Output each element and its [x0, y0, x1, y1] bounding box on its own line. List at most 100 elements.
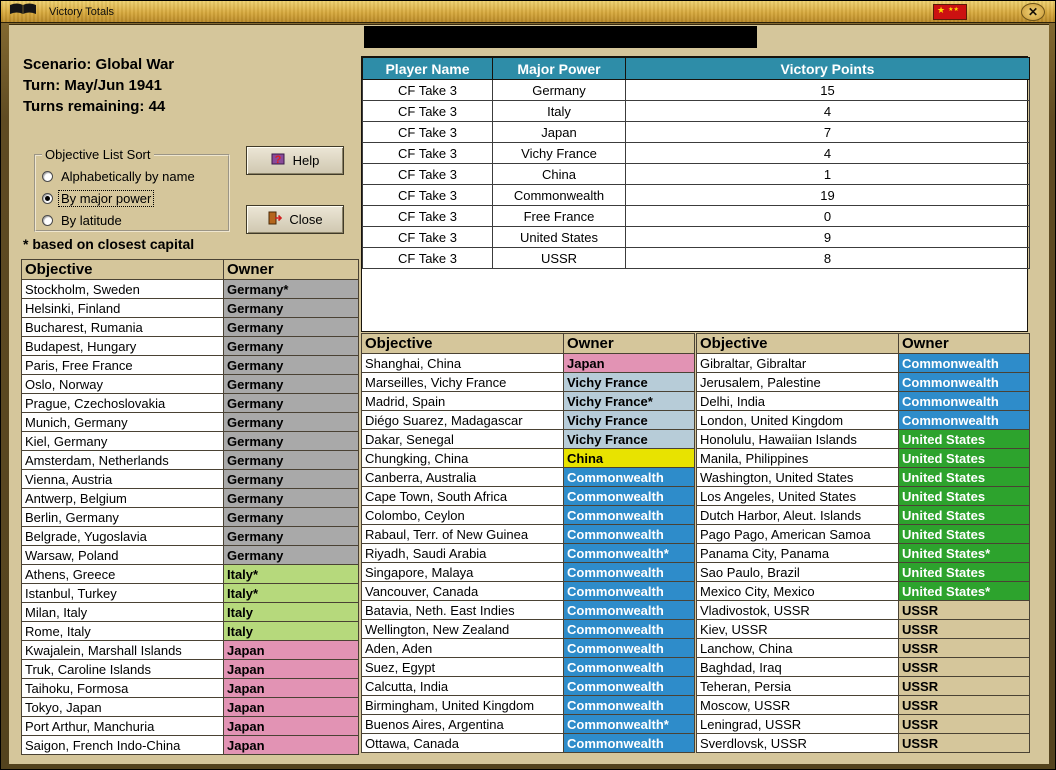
objective-row: Kiel, Germany Germany: [21, 431, 359, 451]
objective-name-cell: Calcutta, India: [361, 676, 564, 696]
owner-cell: Commonwealth: [563, 524, 695, 544]
owner-cell: United States: [898, 467, 1030, 487]
objective-row: Tokyo, Japan Japan: [21, 697, 359, 717]
victory-row: CF Take 3 Germany 15: [362, 79, 1030, 101]
objective-row: Munich, Germany Germany: [21, 412, 359, 432]
owner-cell: Germany: [223, 412, 359, 432]
objective-name-cell: Canberra, Australia: [361, 467, 564, 487]
objective-name-cell: Dutch Harbor, Aleut. Islands: [696, 505, 899, 525]
owner-cell: Commonwealth: [898, 410, 1030, 430]
owner-cell: USSR: [898, 676, 1030, 696]
sort-option-0[interactable]: Alphabetically by name: [40, 165, 224, 187]
owner-cell: Commonwealth: [898, 353, 1030, 373]
victory-points-cell: 1: [625, 163, 1030, 185]
objective-row: Rome, Italy Italy: [21, 621, 359, 641]
objective-name-cell: Batavia, Neth. East Indies: [361, 600, 564, 620]
objective-name-cell: Truk, Caroline Islands: [21, 659, 224, 679]
owner-cell: USSR: [898, 619, 1030, 639]
objective-name-cell: Tokyo, Japan: [21, 697, 224, 717]
radio-button-icon[interactable]: [42, 170, 53, 182]
objective-name-cell: Saigon, French Indo-China: [21, 735, 224, 755]
major-power-cell: Vichy France: [492, 142, 626, 164]
player-name-header: Player Name: [362, 57, 493, 80]
objective-row: Cape Town, South Africa Commonwealth: [361, 486, 695, 506]
sort-option-1[interactable]: By major power: [40, 187, 224, 209]
objective-row: Vienna, Austria Germany: [21, 469, 359, 489]
objective-name-cell: Buenos Aires, Argentina: [361, 714, 564, 734]
radio-button-icon[interactable]: [42, 214, 53, 226]
owner-cell: Italy: [223, 602, 359, 622]
help-button[interactable]: ? Help: [246, 146, 344, 175]
help-button-label: Help: [292, 153, 320, 168]
objective-name-cell: Paris, Free France: [21, 355, 224, 375]
flag-button[interactable]: ★ ★★: [933, 4, 967, 20]
scenario-label: Scenario: Global War: [23, 56, 175, 73]
objective-name-cell: Vladivostok, USSR: [696, 600, 899, 620]
objective-name-cell: Teheran, Persia: [696, 676, 899, 696]
objective-name-cell: Sverdlovsk, USSR: [696, 733, 899, 753]
victory-points-cell: 4: [625, 142, 1030, 164]
objective-col-header: Objective: [361, 333, 564, 354]
objective-name-cell: Bucharest, Rumania: [21, 317, 224, 337]
owner-cell: Commonwealth*: [563, 543, 695, 563]
owner-cell: Germany: [223, 374, 359, 394]
owner-cell: Commonwealth: [563, 695, 695, 715]
victory-header-row: Player Name Major Power Victory Points: [362, 57, 1030, 80]
objective-name-cell: Taihoku, Formosa: [21, 678, 224, 698]
owner-cell: Germany*: [223, 279, 359, 299]
objective-row: Wellington, New Zealand Commonwealth: [361, 619, 695, 639]
window-title: Victory Totals: [49, 5, 115, 18]
objective-row: Washington, United States United States: [696, 467, 1030, 487]
owner-cell: Commonwealth: [563, 467, 695, 487]
owner-cell: Japan: [223, 640, 359, 660]
owner-cell: Germany: [223, 545, 359, 565]
owner-cell: United States*: [898, 543, 1030, 563]
major-power-cell: Commonwealth: [492, 184, 626, 206]
objective-row: Aden, Aden Commonwealth: [361, 638, 695, 658]
owner-cell: Commonwealth: [563, 638, 695, 658]
objective-name-cell: Rabaul, Terr. of New Guinea: [361, 524, 564, 544]
objective-row: Canberra, Australia Commonwealth: [361, 467, 695, 487]
objective-table-right: Objective Owner Gibraltar, Gibraltar Comm…: [696, 333, 1030, 753]
objective-row: Kiev, USSR USSR: [696, 619, 1030, 639]
close-button[interactable]: Close: [246, 205, 344, 234]
objective-row: Leningrad, USSR USSR: [696, 714, 1030, 734]
objective-name-cell: Jerusalem, Palestine: [696, 372, 899, 392]
window-close-button[interactable]: ✕: [1021, 3, 1045, 21]
objective-row: Diégo Suarez, Madagascar Vichy France: [361, 410, 695, 430]
victory-points-cell: 19: [625, 184, 1030, 206]
sort-option-label: By major power: [57, 189, 155, 207]
objective-name-cell: Madrid, Spain: [361, 391, 564, 411]
objective-name-cell: Warsaw, Poland: [21, 545, 224, 565]
objective-name-cell: Prague, Czechoslovakia: [21, 393, 224, 413]
sort-option-2[interactable]: By latitude: [40, 209, 224, 231]
objective-name-cell: Aden, Aden: [361, 638, 564, 658]
titlebar[interactable]: Victory Totals ★ ★★ ✕: [1, 1, 1055, 23]
objective-name-cell: London, United Kingdom: [696, 410, 899, 430]
radio-button-icon[interactable]: [42, 192, 53, 204]
objective-name-cell: Manila, Philippines: [696, 448, 899, 468]
objective-row: Marseilles, Vichy France Vichy France: [361, 372, 695, 392]
objective-name-cell: Helsinki, Finland: [21, 298, 224, 318]
owner-cell: Vichy France*: [563, 391, 695, 411]
player-name-cell: CF Take 3: [362, 100, 493, 122]
objective-sort-group: Objective List Sort Alphabetically by na…: [34, 147, 230, 232]
owner-cell: Vichy France: [563, 410, 695, 430]
objective-name-cell: Kiev, USSR: [696, 619, 899, 639]
victory-points-cell: 8: [625, 247, 1030, 269]
owner-cell: Germany: [223, 469, 359, 489]
victory-points-cell: 15: [625, 79, 1030, 101]
top-black-bar: [364, 26, 757, 48]
objective-row: Berlin, Germany Germany: [21, 507, 359, 527]
victory-row: CF Take 3 Vichy France 4: [362, 142, 1030, 164]
owner-cell: Vichy France: [563, 429, 695, 449]
objective-row: Belgrade, Yugoslavia Germany: [21, 526, 359, 546]
objective-row: Warsaw, Poland Germany: [21, 545, 359, 565]
owner-cell: United States: [898, 429, 1030, 449]
victory-row: CF Take 3 Free France 0: [362, 205, 1030, 227]
objective-row: Sao Paulo, Brazil United States: [696, 562, 1030, 582]
owner-cell: Germany: [223, 507, 359, 527]
player-name-cell: CF Take 3: [362, 205, 493, 227]
objective-header-row: Objective Owner: [696, 333, 1030, 354]
turns-remaining-label: Turns remaining: 44: [23, 98, 166, 115]
